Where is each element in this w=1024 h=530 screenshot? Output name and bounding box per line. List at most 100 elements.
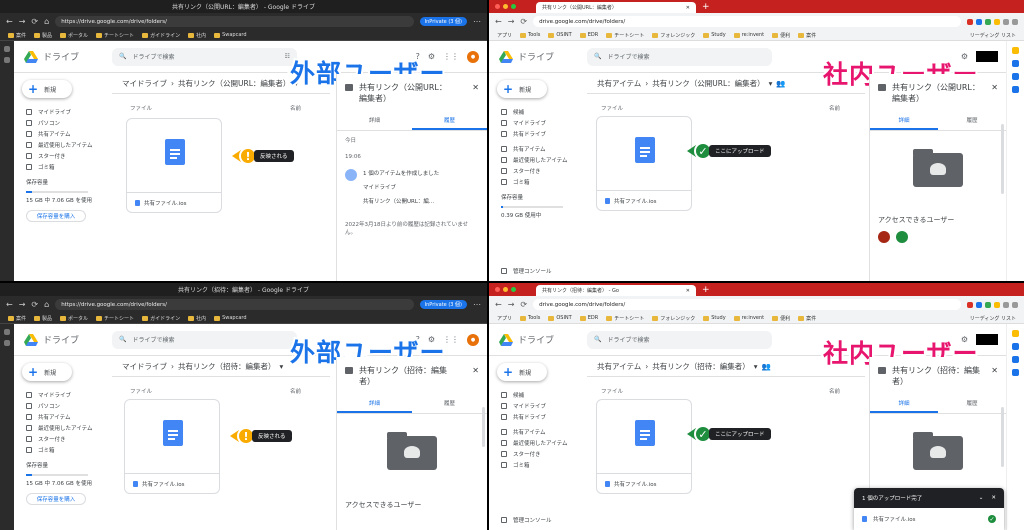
url-input[interactable]: drive.google.com/drive/folders/ <box>533 16 961 27</box>
avatar[interactable]: ● <box>467 50 479 63</box>
reading-list[interactable]: リーディング リスト <box>970 32 1016 39</box>
new-button[interactable]: + 新規 <box>497 363 547 381</box>
bookmark-item[interactable]: ガイドライン <box>142 32 180 39</box>
inprivate-badge[interactable]: InPrivate (3 個) <box>419 17 467 26</box>
sidebar-item-computers[interactable]: パソコン <box>14 400 112 411</box>
sidebar-item-trash[interactable]: ゴミ箱 <box>489 459 587 470</box>
close-icon[interactable]: ✕ <box>472 82 479 104</box>
buy-storage-button[interactable]: 保存容量を購入 <box>26 493 86 505</box>
file-card[interactable]: 共有ファイル.ios <box>124 399 220 494</box>
tab-icon[interactable] <box>4 46 10 52</box>
sidebar-item-shared[interactable]: 共有アイテム <box>489 426 587 437</box>
new-tab-icon[interactable]: + <box>702 285 710 295</box>
sidebar-item-suggested[interactable]: 候補 <box>489 389 587 400</box>
bookmark-item[interactable]: ポータル <box>60 315 88 322</box>
file-card[interactable]: 共有ファイル.ios <box>596 116 692 211</box>
bookmark-item[interactable]: アプリ <box>497 315 512 322</box>
bookmark-item[interactable]: OSINT <box>548 315 572 321</box>
reload-icon[interactable]: ⟳ <box>520 17 527 26</box>
upload-item[interactable]: 共有ファイル.ios ✓ <box>854 508 1004 530</box>
file-card[interactable]: 共有ファイル.ios <box>126 118 222 213</box>
search-input[interactable]: 🔍 ドライブで検索 <box>112 330 297 349</box>
close-icon[interactable]: ✕ <box>991 495 996 501</box>
close-icon[interactable]: ✕ <box>991 82 998 104</box>
bookmark-item[interactable]: EDR <box>579 32 598 38</box>
forward-icon[interactable]: → <box>19 17 26 26</box>
bookmark-item[interactable]: Tools <box>520 32 540 38</box>
sidebar-item-my-drive[interactable]: マイドライブ <box>14 389 112 400</box>
bookmark-item[interactable]: Study <box>703 315 726 321</box>
drive-logo[interactable]: ドライブ <box>14 50 112 63</box>
bookmark-item[interactable]: 便利 <box>772 32 790 39</box>
url-input[interactable]: drive.google.com/drive/folders/ <box>533 299 961 310</box>
tab-details[interactable]: 詳細 <box>870 112 938 130</box>
sidebar-item-my-drive[interactable]: マイドライブ <box>489 400 587 411</box>
sidebar-item-shared[interactable]: 共有アイテム <box>489 143 587 154</box>
url-input[interactable]: https://drive.google.com/drive/folders/ <box>55 299 414 310</box>
tab-activity[interactable]: 履歴 <box>938 395 1006 413</box>
sidebar-item-computers[interactable]: パソコン <box>14 117 112 128</box>
sidebar-item-recent[interactable]: 最近使用したアイテム <box>14 139 112 150</box>
buy-storage-button[interactable]: 保存容量を購入 <box>26 210 86 222</box>
sidebar-item-trash[interactable]: ゴミ箱 <box>14 444 112 455</box>
bookmark-item[interactable]: OSINT <box>548 32 572 38</box>
bookmark-item[interactable]: フォレンジック <box>652 32 695 39</box>
forward-icon[interactable]: → <box>508 17 515 26</box>
drive-logo[interactable]: ドライブ <box>14 333 112 346</box>
bookmark-item[interactable]: 製品 <box>34 32 52 39</box>
tab-details[interactable]: 詳細 <box>870 395 938 413</box>
new-tab-icon[interactable]: + <box>702 2 710 12</box>
tab-details[interactable]: 詳細 <box>337 112 412 130</box>
sidebar-item-recent[interactable]: 最近使用したアイテム <box>14 422 112 433</box>
bookmark-item[interactable]: チートシート <box>606 32 644 39</box>
bookmark-item[interactable]: 案件 <box>798 32 816 39</box>
sidebar-item-shared-drives[interactable]: 共有ドライブ <box>489 411 587 422</box>
sidebar-item-suggested[interactable]: 候補 <box>489 106 587 117</box>
search-input[interactable]: 🔍 ドライブで検索 <box>587 330 772 349</box>
tab-activity[interactable]: 履歴 <box>412 395 487 413</box>
browser-tab[interactable]: 共有リンク（招待：編集者） - Go ✕ <box>536 285 696 296</box>
back-icon[interactable]: ← <box>6 300 13 309</box>
sidebar-item-trash[interactable]: ゴミ箱 <box>489 176 587 187</box>
new-button[interactable]: + 新規 <box>22 363 72 381</box>
reload-icon[interactable]: ⟳ <box>31 17 38 26</box>
bookmark-item[interactable]: 社内 <box>188 32 206 39</box>
sidebar-item-starred[interactable]: スター付き <box>14 433 112 444</box>
sidebar-item-recent[interactable]: 最近使用したアイテム <box>489 437 587 448</box>
tab-icon[interactable] <box>4 340 10 346</box>
close-icon[interactable]: ✕ <box>991 365 998 387</box>
search-input[interactable]: 🔍 ドライブで検索 <box>587 47 772 66</box>
sidebar-item-starred[interactable]: スター付き <box>489 165 587 176</box>
close-icon[interactable]: ✕ <box>472 365 479 387</box>
sidebar-item-shared[interactable]: 共有アイテム <box>14 128 112 139</box>
drive-logo[interactable]: ドライブ <box>489 333 587 346</box>
sidebar-item-starred[interactable]: スター付き <box>14 150 112 161</box>
tab-details[interactable]: 詳細 <box>337 395 412 413</box>
bookmark-item[interactable]: フォレンジック <box>652 315 695 322</box>
sidebar-item-shared[interactable]: 共有アイテム <box>14 411 112 422</box>
tab-icon[interactable] <box>4 57 10 63</box>
bookmark-item[interactable]: アプリ <box>497 32 512 39</box>
browser-tab[interactable]: 共有リンク（公開URL：編集者） ✕ <box>536 2 696 13</box>
bookmark-item[interactable]: Swapcard <box>214 315 247 321</box>
drive-logo[interactable]: ドライブ <box>489 50 587 63</box>
bookmark-item[interactable]: EDR <box>579 315 598 321</box>
new-button[interactable]: + 新規 <box>22 80 72 98</box>
url-input[interactable]: https://drive.google.com/drive/folders/ <box>55 16 414 27</box>
back-icon[interactable]: ← <box>6 17 13 26</box>
more-icon[interactable]: ⋯ <box>473 17 481 26</box>
bookmark-item[interactable]: Swapcard <box>214 32 247 38</box>
bookmark-item[interactable]: re:invent <box>733 32 764 38</box>
sidebar-item-recent[interactable]: 最近使用したアイテム <box>489 154 587 165</box>
chevron-down-icon[interactable]: ⌄ <box>979 495 984 501</box>
bookmark-item[interactable]: Tools <box>520 315 540 321</box>
bookmark-item[interactable]: 便利 <box>772 315 790 322</box>
sidebar-item-trash[interactable]: ゴミ箱 <box>14 161 112 172</box>
scrollbar[interactable] <box>1001 407 1004 467</box>
bookmark-item[interactable]: チートシート <box>606 315 644 322</box>
sidebar-item-my-drive[interactable]: マイドライブ <box>14 106 112 117</box>
bookmark-item[interactable]: re:invent <box>733 315 764 321</box>
sidebar-item-starred[interactable]: スター付き <box>489 448 587 459</box>
reading-list[interactable]: リーディング リスト <box>970 315 1016 322</box>
forward-icon[interactable]: → <box>19 300 26 309</box>
